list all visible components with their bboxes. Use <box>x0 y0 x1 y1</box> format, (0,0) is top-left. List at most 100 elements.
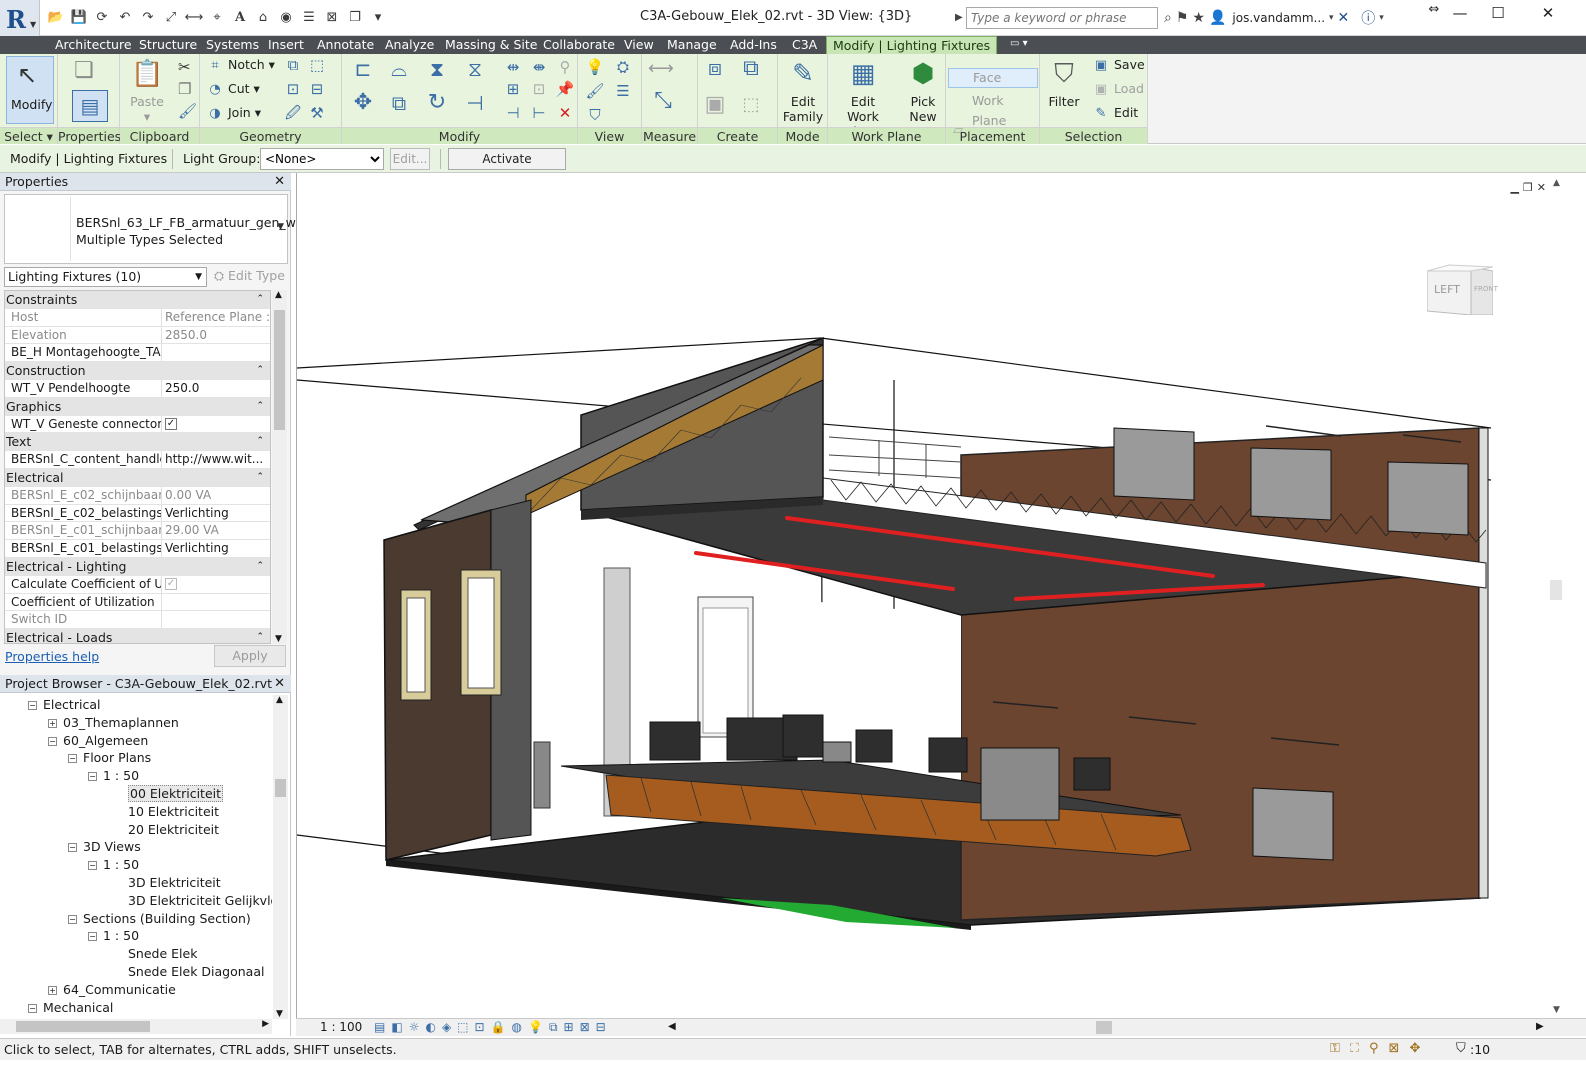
instance-filter-dropdown[interactable]: Lighting Fixtures (10) ▼ <box>4 267 207 287</box>
rotate-icon[interactable]: ↻ <box>426 92 448 114</box>
viewcube-front-face[interactable]: FRONT <box>1474 285 1498 293</box>
property-group-header[interactable]: Electrical - Lighting ⌃ <box>5 557 270 576</box>
binoculars-icon[interactable]: ⌕ <box>1164 10 1172 26</box>
help-dropdown-icon[interactable]: ▾ <box>1379 13 1384 23</box>
create-assembly-icon[interactable]: ⧈ <box>704 58 726 80</box>
scale-icon[interactable]: ⊡ <box>528 78 550 100</box>
minimize-icon[interactable]: — <box>1440 4 1480 22</box>
pick-new-button[interactable]: ⬢ Pick New <box>902 56 944 124</box>
collapse-icon[interactable]: − <box>88 861 97 871</box>
browser-node[interactable]: − Electrical <box>28 696 100 714</box>
tab-annotate[interactable]: Annotate <box>317 36 374 54</box>
undo-icon[interactable]: ↶ <box>115 8 135 28</box>
override-graphics-icon[interactable]: ⛭ <box>612 56 634 78</box>
mirror-pick-axis-icon[interactable]: ⧗ <box>426 58 448 80</box>
cut-scissors-icon[interactable]: ✂ <box>178 58 191 76</box>
copy-icon[interactable]: ❐ <box>178 80 191 98</box>
select-by-face-icon[interactable]: ⊠ <box>1389 1041 1410 1056</box>
browser-horizontal-scrollbar[interactable]: ▶ <box>0 1019 272 1034</box>
viewcube[interactable]: LEFT FRONT <box>1426 263 1498 316</box>
collapse-icon[interactable]: − <box>88 932 97 942</box>
collapse-icon[interactable]: − <box>68 754 77 764</box>
dimension-icon[interactable]: ⟷ <box>184 8 204 28</box>
pin-icon[interactable]: 📌 <box>554 78 576 100</box>
property-value[interactable]: ✓ <box>163 416 270 433</box>
reveal-hidden-icon[interactable]: 💡 <box>528 1020 549 1034</box>
trim-multiple-icon[interactable]: ⊣ <box>502 102 524 124</box>
scroll-up-icon[interactable]: ▲ <box>276 695 283 705</box>
tab-structure[interactable]: Structure <box>139 36 197 54</box>
text-icon[interactable]: A <box>230 8 250 28</box>
browser-node[interactable]: −1 : 50 <box>88 767 139 785</box>
close-icon[interactable]: ✕ <box>1528 4 1568 22</box>
section-icon[interactable]: ◉ <box>276 8 296 28</box>
viewport-scroll-up-icon[interactable]: ▲ <box>1553 178 1560 188</box>
property-value[interactable] <box>163 594 270 611</box>
close-icon[interactable]: ✕ <box>274 675 285 693</box>
detail-level-icon[interactable]: ▤ <box>374 1020 391 1034</box>
browser-vertical-scrollbar[interactable]: ▲ ▼ <box>273 695 288 1019</box>
sun-path-icon[interactable]: ☼ <box>409 1020 426 1034</box>
tab-insert[interactable]: Insert <box>268 36 304 54</box>
maximize-icon[interactable]: ☐ <box>1478 4 1518 22</box>
property-row[interactable]: BE_H Montagehoogte_TAG <box>5 344 270 363</box>
hide-in-view-icon[interactable]: 💡 <box>584 56 606 78</box>
scroll-right-icon[interactable]: ▶ <box>1536 1021 1544 1032</box>
drag-on-selection-icon[interactable]: ✥ <box>1409 1041 1430 1056</box>
expand-icon[interactable]: + <box>48 985 57 995</box>
favorites-icon[interactable]: ★ <box>1192 10 1205 26</box>
checkbox[interactable]: ✓ <box>165 418 177 431</box>
scroll-thumb[interactable] <box>275 779 286 797</box>
line-weights-icon[interactable]: ☰ <box>612 80 634 102</box>
collapse-icon[interactable]: ⌃ <box>256 398 264 415</box>
collapse-icon[interactable]: − <box>68 843 77 853</box>
save-icon[interactable]: 💾 <box>69 8 89 28</box>
join-button[interactable]: ◑ Join ▾ <box>206 103 261 123</box>
property-value[interactable]: 250.0 <box>163 380 270 397</box>
3d-model-render[interactable] <box>297 173 1586 1018</box>
sync-icon[interactable]: ⟳ <box>92 8 112 28</box>
horizontal-scroll-thumb[interactable] <box>1096 1021 1112 1034</box>
shadows-icon[interactable]: ◐ <box>425 1020 441 1034</box>
collapse-icon[interactable]: ⌃ <box>256 362 264 379</box>
expand-search-icon[interactable]: ▶ <box>955 12 963 23</box>
browser-node[interactable]: −1 : 50 <box>88 856 139 874</box>
tab-analyze[interactable]: Analyze <box>385 36 434 54</box>
browser-node[interactable]: 3D Elektriciteit Gelijkvloers <box>128 892 272 910</box>
close-hidden-icon[interactable]: ⊠ <box>322 8 342 28</box>
collapse-icon[interactable]: − <box>68 914 77 924</box>
property-value[interactable] <box>163 344 270 361</box>
property-group-header[interactable]: Electrical - Loads ⌃ <box>5 629 270 643</box>
collapse-icon[interactable]: ⌃ <box>256 433 264 450</box>
user-icon[interactable]: 👤 <box>1209 10 1226 26</box>
tab-massing-site[interactable]: Massing & Site <box>445 36 538 54</box>
browser-node[interactable]: 20 Elektriciteit <box>128 821 219 839</box>
browser-node[interactable]: −1 : 50 <box>88 927 139 945</box>
move-icon[interactable]: ✥ <box>352 92 374 114</box>
worksharing-display-icon[interactable]: ⧉ <box>549 1020 564 1034</box>
delete-icon[interactable]: ✕ <box>554 102 576 124</box>
chevron-down-icon[interactable]: ▼ <box>277 222 284 232</box>
type-properties-icon[interactable]: ❏ <box>74 58 94 83</box>
scroll-left-icon[interactable]: ◀ <box>668 1021 676 1032</box>
redo-icon[interactable]: ↷ <box>138 8 158 28</box>
open-icon[interactable]: 📂 <box>46 8 66 28</box>
save-selection-button[interactable]: ▣ Save <box>1092 55 1145 75</box>
ribbon-options-icon[interactable]: ▭ ▾ <box>1010 38 1038 52</box>
activate-dimensions-button[interactable]: Activate Dimensions <box>448 148 566 186</box>
property-group-header[interactable]: Graphics ⌃ <box>5 397 270 416</box>
scroll-down-icon[interactable]: ▼ <box>276 1009 283 1019</box>
property-row[interactable]: WT_V Geneste connector_z...✓ <box>5 415 270 434</box>
thin-lines-icon[interactable]: ☰ <box>299 8 319 28</box>
close-icon[interactable]: ✕ <box>274 173 285 191</box>
collapse-icon[interactable]: − <box>28 701 37 710</box>
match-type-icon[interactable]: 🖌 <box>178 102 197 120</box>
property-group-header[interactable]: Constraints ⌃ <box>5 291 270 309</box>
view-scale[interactable]: 1 : 100 <box>320 1019 362 1036</box>
temporary-hide-icon[interactable]: ◍ <box>512 1020 528 1034</box>
browser-node[interactable]: Snede Elek Diagonaal <box>128 963 264 981</box>
panel-label-select[interactable]: Select ▾ <box>0 127 57 144</box>
collapse-icon[interactable]: ⌃ <box>256 469 264 486</box>
user-dropdown-icon[interactable]: ▾ <box>1329 13 1334 23</box>
tab-collaborate[interactable]: Collaborate <box>543 36 615 54</box>
